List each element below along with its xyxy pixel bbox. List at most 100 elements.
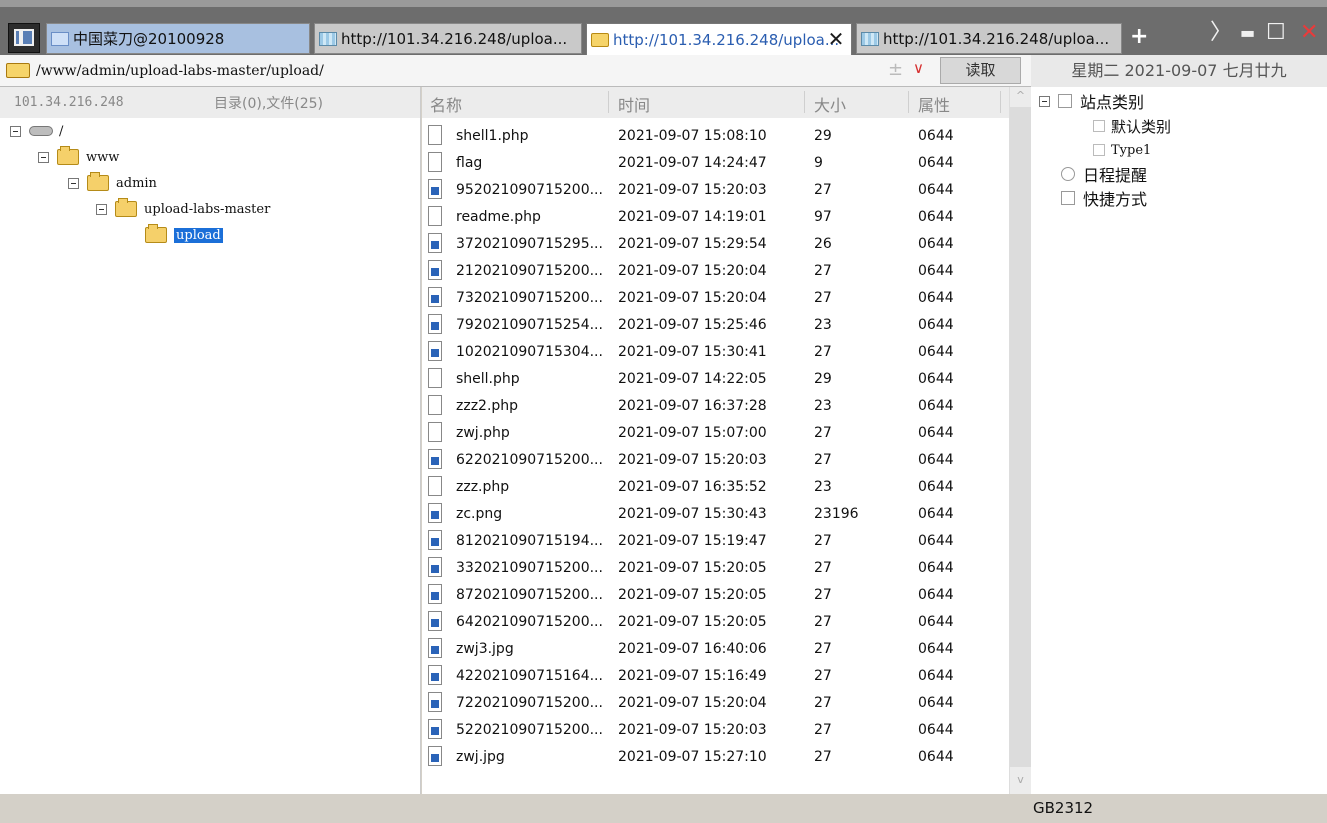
collapse-icon[interactable]	[38, 151, 49, 163]
file-size: 27	[814, 614, 832, 630]
shortcuts[interactable]: 快捷方式	[1061, 187, 1147, 209]
file-row[interactable]: zzz.php 2021-09-07 16:35:52 23 0644	[422, 474, 1009, 501]
file-row[interactable]: readme.php 2021-09-07 14:19:01 97 0644	[422, 204, 1009, 231]
file-attr: 0644	[918, 479, 954, 495]
file-size: 97	[814, 209, 832, 225]
file-time: 2021-09-07 15:20:05	[618, 560, 767, 576]
file-name: 422021090715164...	[456, 668, 603, 684]
file-name: 792021090715254...	[456, 317, 603, 333]
minimize-button[interactable]: ▬	[1240, 21, 1255, 45]
file-time: 2021-09-07 16:37:28	[618, 398, 767, 414]
folder-open-icon	[145, 224, 167, 243]
file-row[interactable]: shell1.php 2021-09-07 15:08:10 29 0644	[422, 123, 1009, 150]
status-bar: GB2312	[0, 794, 1327, 823]
file-row[interactable]: 212021090715200... 2021-09-07 15:20:04 27 0…	[422, 258, 1009, 285]
hand-icon	[1061, 191, 1075, 205]
file-time: 2021-09-07 15:20:03	[618, 182, 767, 198]
path-input[interactable]	[36, 60, 876, 82]
file-name: 872021090715200...	[456, 587, 603, 603]
file-row[interactable]: zzz2.php 2021-09-07 16:37:28 23 0644	[422, 393, 1009, 420]
tree-node-root[interactable]: /	[10, 120, 63, 142]
file-time: 2021-09-07 15:19:47	[618, 533, 767, 549]
file-row[interactable]: 332021090715200... 2021-09-07 15:20:05 27 0…	[422, 555, 1009, 582]
address-bar: ± ∨ 读取	[0, 55, 1031, 87]
tree-node-upload[interactable]: upload	[145, 224, 223, 246]
tree-node-label: www	[86, 149, 120, 165]
file-row[interactable]: zwj.jpg 2021-09-07 15:27:10 27 0644	[422, 744, 1009, 771]
file-size: 27	[814, 182, 832, 198]
file-row[interactable]: 102021090715304... 2021-09-07 15:30:41 27 0…	[422, 339, 1009, 366]
file-attr: 0644	[918, 425, 954, 441]
file-row[interactable]: 732021090715200... 2021-09-07 15:20:04 27 0…	[422, 285, 1009, 312]
tab-url-3[interactable]: http://101.34.216.248/uploa...	[856, 23, 1122, 54]
file-row[interactable]: zwj3.jpg 2021-09-07 16:40:06 27 0644	[422, 636, 1009, 663]
scroll-thumb[interactable]	[1010, 107, 1031, 767]
file-row[interactable]: 622021090715200... 2021-09-07 15:20:03 27 0…	[422, 447, 1009, 474]
file-row[interactable]: 722021090715200... 2021-09-07 15:20:04 27 0…	[422, 690, 1009, 717]
add-bookmark-icon[interactable]: ±	[888, 59, 903, 80]
file-row[interactable]: zwj.php 2021-09-07 15:07:00 27 0644	[422, 420, 1009, 447]
tab-url-active[interactable]: http://101.34.216.248/uploa... ✕	[586, 23, 852, 56]
file-name: 332021090715200...	[456, 560, 603, 576]
folder-icon	[115, 198, 137, 217]
directory-tree-panel: 101.34.216.248 目录(0),文件(25) / www admin …	[0, 87, 421, 794]
file-row[interactable]: 812021090715194... 2021-09-07 15:19:47 27 0…	[422, 528, 1009, 555]
column-attr-header[interactable]: 属性	[918, 92, 950, 116]
collapse-icon[interactable]	[96, 203, 107, 215]
tree-node-admin[interactable]: admin	[68, 172, 157, 194]
file-row[interactable]: flag 2021-09-07 14:24:47 9 0644	[422, 150, 1009, 177]
file-attr: 0644	[918, 668, 954, 684]
file-row[interactable]: 642021090715200... 2021-09-07 15:20:05 27 0…	[422, 609, 1009, 636]
schedule-reminder[interactable]: 日程提醒	[1061, 163, 1147, 185]
file-name: 722021090715200...	[456, 695, 603, 711]
drive-icon	[29, 126, 53, 136]
tree-node-www[interactable]: www	[38, 146, 119, 168]
image-file-icon	[428, 611, 442, 631]
file-size: 23	[814, 317, 832, 333]
tab-home[interactable]: 中国菜刀@20100928	[46, 23, 310, 54]
file-name: 212021090715200...	[456, 263, 603, 279]
vertical-scrollbar[interactable]: ^ v	[1009, 87, 1031, 794]
file-row[interactable]: 422021090715164... 2021-09-07 15:16:49 27 0…	[422, 663, 1009, 690]
file-size: 23	[814, 398, 832, 414]
collapse-icon[interactable]	[10, 125, 21, 137]
file-row[interactable]: shell.php 2021-09-07 14:22:05 29 0644	[422, 366, 1009, 393]
read-button[interactable]: 读取	[940, 57, 1021, 84]
file-row[interactable]: 372021090715295... 2021-09-07 15:29:54 26 0…	[422, 231, 1009, 258]
category-icon	[1058, 94, 1072, 108]
tree-node-upload-labs-master[interactable]: upload-labs-master	[96, 198, 270, 220]
category-root[interactable]: 站点类别	[1039, 90, 1144, 112]
column-time-header[interactable]: 时间	[618, 92, 650, 116]
maximize-button[interactable]: ☐	[1266, 21, 1286, 45]
scroll-up-icon[interactable]: ^	[1010, 87, 1031, 105]
collapse-icon[interactable]	[68, 177, 79, 189]
file-row[interactable]: zc.png 2021-09-07 15:30:43 23196 0644	[422, 501, 1009, 528]
scroll-down-icon[interactable]: v	[1010, 771, 1031, 789]
category-label: 日程提醒	[1083, 166, 1148, 185]
category-default[interactable]: 默认类别	[1093, 115, 1171, 137]
file-name: zzz2.php	[456, 398, 519, 414]
file-row[interactable]: 952021090715200... 2021-09-07 15:20:03 27 0…	[422, 177, 1009, 204]
chevron-down-icon[interactable]: ∨	[913, 59, 924, 77]
app-menu-button[interactable]	[8, 23, 40, 53]
file-row[interactable]: 522021090715200... 2021-09-07 15:20:03 27 0…	[422, 717, 1009, 744]
tab-url-1[interactable]: http://101.34.216.248/uploa...	[314, 23, 582, 54]
column-name-header[interactable]: 名称	[430, 92, 462, 116]
file-attr: 0644	[918, 506, 954, 522]
text-file-icon	[428, 422, 442, 442]
encoding-selector[interactable]: GB2312	[1033, 799, 1093, 817]
close-tab-icon[interactable]: ✕	[827, 29, 845, 49]
file-row[interactable]: 872021090715200... 2021-09-07 15:20:05 27 0…	[422, 582, 1009, 609]
column-size-header[interactable]: 大小	[814, 92, 846, 116]
file-row[interactable]: 792021090715254... 2021-09-07 15:25:46 23 0…	[422, 312, 1009, 339]
collapse-icon[interactable]	[1039, 95, 1050, 107]
image-file-icon	[428, 746, 442, 766]
category-type1[interactable]: Type1	[1093, 139, 1151, 161]
new-tab-button[interactable]: +	[1130, 25, 1148, 49]
file-size: 27	[814, 695, 832, 711]
file-time: 2021-09-07 14:24:47	[618, 155, 767, 171]
chevron-right-icon[interactable]: 〉	[1210, 21, 1232, 45]
close-window-button[interactable]: ✕	[1300, 21, 1318, 45]
file-time: 2021-09-07 15:07:00	[618, 425, 767, 441]
site-category-panel: 站点类别 默认类别 Type1 日程提醒 快捷方式	[1031, 87, 1327, 794]
